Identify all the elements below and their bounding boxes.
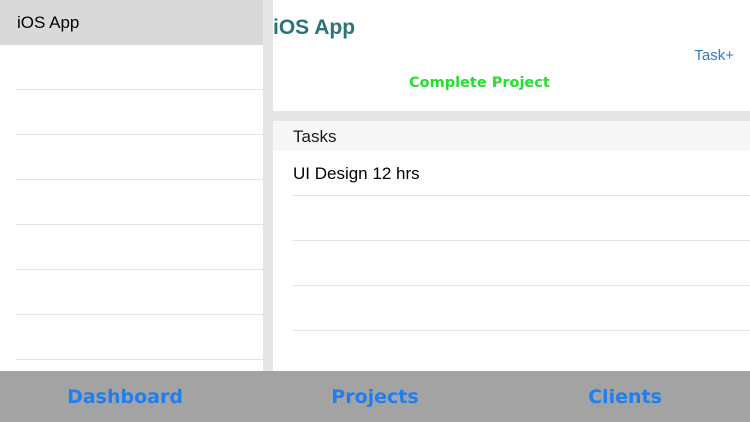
tab-clients[interactable]: Clients	[500, 371, 750, 422]
project-row-empty[interactable]	[0, 225, 263, 270]
project-row-selected[interactable]: iOS App	[0, 0, 263, 45]
task-row-empty[interactable]	[273, 241, 750, 286]
project-row-label: iOS App	[17, 13, 80, 32]
split-view-divider[interactable]	[263, 0, 273, 371]
project-row-empty[interactable]	[0, 180, 263, 225]
add-task-button[interactable]: Task+	[694, 47, 734, 64]
project-detail-header: iOS App Task+ Complete Project	[273, 0, 750, 111]
project-row-empty[interactable]	[0, 360, 263, 371]
app-screen: iOS App iOS App Task+ Complete Project T…	[0, 0, 750, 422]
tab-projects[interactable]: Projects	[250, 371, 500, 422]
project-row-empty[interactable]	[0, 90, 263, 135]
project-list: iOS App	[0, 0, 263, 371]
task-row-label: UI Design 12 hrs	[293, 164, 420, 183]
section-header-label: Tasks	[293, 127, 337, 146]
task-row-empty[interactable]	[273, 196, 750, 241]
task-row[interactable]: UI Design 12 hrs	[273, 151, 750, 196]
tasks-section-header: Tasks	[273, 121, 750, 151]
complete-project-button[interactable]: Complete Project	[409, 75, 550, 91]
project-row-empty[interactable]	[0, 135, 263, 180]
tab-dashboard[interactable]: Dashboard	[0, 371, 250, 422]
project-row-empty[interactable]	[0, 315, 263, 360]
task-row-empty[interactable]	[273, 286, 750, 331]
tab-bar: Dashboard Projects Clients	[0, 371, 750, 422]
task-row-empty[interactable]	[273, 331, 750, 371]
project-row-empty[interactable]	[0, 45, 263, 90]
project-title: iOS App	[273, 16, 356, 39]
tasks-table: Tasks UI Design 12 hrs	[273, 121, 750, 371]
section-spacer	[273, 111, 750, 121]
project-row-empty[interactable]	[0, 270, 263, 315]
